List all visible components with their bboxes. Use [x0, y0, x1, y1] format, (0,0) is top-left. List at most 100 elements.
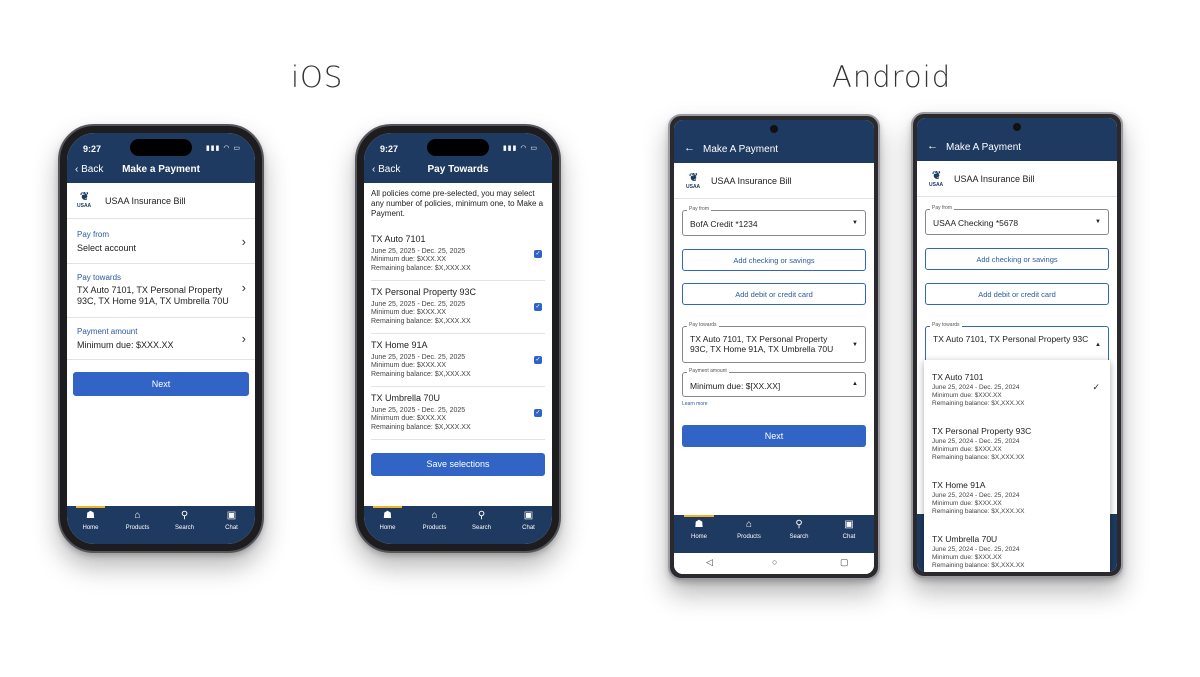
policy-item[interactable]: TX Home 91A June 25, 2025 - Dec. 25, 202… — [371, 340, 545, 387]
android-header: ← Make A Payment — [674, 120, 874, 163]
home-circle-icon[interactable]: ○ — [772, 557, 777, 567]
page-title: Pay Towards — [427, 164, 489, 175]
chevron-right-icon: › — [241, 280, 246, 295]
tab-bar: ☗ Home ⌂ Products ⚲ Search ▣ Chat — [67, 506, 255, 544]
products-icon: ⌂ — [134, 510, 141, 521]
ios-phone-pay-towards: 9:27 ▮▮▮ ◠ ▭ ‹ Back Pay Towards All poli… — [355, 124, 561, 553]
pay-from-select[interactable]: Pay from USAA Checking *5678 ▼ — [925, 205, 1109, 235]
dynamic-island — [130, 139, 192, 156]
bill-header: ❦ USAA USAA Insurance Bill — [674, 163, 874, 199]
home-icon: ☗ — [383, 510, 392, 521]
tab-bar: ☗ Home ⌂ Products ⚲ Search ▣ Chat — [364, 506, 552, 544]
dropdown-arrow-icon: ▲ — [852, 381, 858, 387]
add-checking-button[interactable]: Add checking or savings — [682, 249, 866, 271]
payment-amount-value: Minimum due: $XXX.XX — [77, 340, 174, 350]
add-checking-button[interactable]: Add checking or savings — [925, 248, 1109, 270]
policy-item[interactable]: TX Umbrella 70U June 25, 2025 - Dec. 25,… — [371, 393, 545, 440]
ios-header: 9:27 ▮▮▮ ◠ ▭ ‹ Back Make a Payment — [67, 133, 255, 183]
pay-towards-label: Pay towards — [77, 273, 122, 282]
page-title: Make A Payment — [946, 142, 1022, 153]
pay-from-select[interactable]: Pay from BofA Credit *1234 ▼ — [682, 206, 866, 236]
ios-phone-make-payment: 9:27 ▮▮▮ ◠ ▭ ‹ Back Make a Payment ❦ USAA… — [58, 124, 264, 553]
pay-from-row[interactable]: Pay from Select account › — [67, 221, 255, 264]
tab-products[interactable]: ⌂ Products — [114, 506, 161, 544]
instructions-text: All policies come pre-selected, you may … — [371, 189, 544, 218]
android-screen-make-payment: ← Make A Payment ❦ USAA USAA Insurance Bi… — [674, 120, 874, 574]
next-button[interactable]: Next — [682, 425, 866, 447]
camera-punch-hole — [1013, 123, 1021, 131]
bill-header: ❦ USAA USAA Insurance Bill — [917, 161, 1117, 197]
status-time: 9:27 — [83, 144, 102, 154]
pay-towards-row[interactable]: Pay towards TX Auto 7101, TX Personal Pr… — [67, 264, 255, 318]
pay-towards-value: TX Auto 7101, TX Personal Property 93C, … — [77, 285, 229, 306]
search-icon: ⚲ — [795, 519, 803, 530]
tab-products[interactable]: ⌂ Products — [411, 506, 458, 544]
tab-search[interactable]: ⚲ Search — [161, 506, 208, 544]
tab-home[interactable]: ☗ Home — [674, 515, 724, 553]
checkbox-checked-icon[interactable]: ✓ — [534, 250, 542, 258]
usaa-logo-icon: ❦ USAA — [686, 172, 701, 191]
usaa-logo-icon: ❦ USAA — [77, 191, 92, 210]
learn-more-link[interactable]: Learn more — [682, 401, 708, 407]
bill-title: USAA Insurance Bill — [105, 196, 186, 206]
pay-towards-select[interactable]: Pay towards TX Auto 7101, TX Personal Pr… — [682, 322, 866, 363]
tab-products[interactable]: ⌂ Products — [724, 515, 774, 553]
dropdown-arrow-icon: ▼ — [852, 342, 858, 348]
recents-square-icon[interactable]: ▢ — [840, 557, 849, 568]
payment-amount-row[interactable]: Payment amount Minimum due: $XXX.XX › — [67, 318, 255, 360]
checkbox-checked-icon[interactable]: ✓ — [534, 409, 542, 417]
tab-bar: ☗ Home ⌂ Products ⚲ Search ▣ Chat — [674, 515, 874, 553]
status-icons: ▮▮▮ ◠ ▭ — [205, 145, 241, 152]
status-icons: ▮▮▮ ◠ ▭ — [502, 145, 538, 152]
menu-item[interactable]: TX Personal Property 93C June 25, 2024 -… — [932, 426, 1104, 476]
tab-chat[interactable]: ▣ Chat — [208, 506, 255, 544]
tab-search[interactable]: ⚲ Search — [774, 515, 824, 553]
android-screen-dropdown: ← Make A Payment ❦ USAA USAA Insurance Bi… — [917, 118, 1117, 572]
search-icon: ⚲ — [180, 510, 189, 521]
checkbox-checked-icon[interactable]: ✓ — [534, 303, 542, 311]
add-card-button[interactable]: Add debit or credit card — [925, 283, 1109, 305]
next-button[interactable]: Next — [73, 372, 249, 396]
tab-chat[interactable]: ▣ Chat — [505, 506, 552, 544]
menu-item[interactable]: TX Auto 7101 June 25, 2024 - Dec. 25, 20… — [932, 372, 1104, 422]
menu-item[interactable]: TX Umbrella 70U June 25, 2024 - Dec. 25,… — [932, 534, 1104, 572]
policy-item[interactable]: TX Personal Property 93C June 25, 2025 -… — [371, 287, 545, 334]
back-arrow-icon[interactable]: ← — [684, 142, 695, 154]
back-triangle-icon[interactable]: ◁ — [706, 557, 713, 568]
heading-ios: iOS — [291, 60, 344, 94]
products-icon: ⌂ — [745, 519, 753, 530]
chat-icon: ▣ — [523, 510, 534, 521]
chat-icon: ▣ — [844, 519, 854, 530]
bill-title: USAA Insurance Bill — [711, 176, 792, 186]
chat-icon: ▣ — [226, 510, 237, 521]
search-icon: ⚲ — [477, 510, 486, 521]
save-selections-button[interactable]: Save selections — [371, 453, 545, 476]
policy-item[interactable]: TX Auto 7101 June 25, 2025 - Dec. 25, 20… — [371, 234, 545, 281]
page-title: Make A Payment — [703, 144, 779, 155]
payment-amount-field[interactable]: Payment amount Minimum due: $[XX.XX] ▲ — [682, 368, 866, 397]
pay-towards-menu: TX Auto 7101 June 25, 2024 - Dec. 25, 20… — [924, 360, 1110, 572]
android-header: ← Make A Payment — [917, 118, 1117, 161]
ios-screen-make-payment: 9:27 ▮▮▮ ◠ ▭ ‹ Back Make a Payment ❦ USAA… — [67, 133, 255, 544]
camera-punch-hole — [770, 125, 778, 133]
checkbox-checked-icon[interactable]: ✓ — [534, 356, 542, 364]
menu-item[interactable]: TX Home 91A June 25, 2024 - Dec. 25, 202… — [932, 480, 1104, 530]
pay-from-value: Select account — [77, 243, 137, 253]
add-card-button[interactable]: Add debit or credit card — [682, 283, 866, 305]
tab-search[interactable]: ⚲ Search — [458, 506, 505, 544]
dynamic-island — [427, 139, 489, 156]
tab-chat[interactable]: ▣ Chat — [824, 515, 874, 553]
bill-header: ❦ USAA USAA Insurance Bill — [67, 183, 255, 219]
chevron-right-icon: › — [241, 234, 246, 249]
status-time: 9:27 — [380, 144, 399, 154]
tab-home[interactable]: ☗ Home — [364, 506, 411, 544]
back-arrow-icon[interactable]: ← — [927, 140, 938, 152]
ios-screen-pay-towards: 9:27 ▮▮▮ ◠ ▭ ‹ Back Pay Towards All poli… — [364, 133, 552, 544]
pay-towards-select[interactable]: Pay towards TX Auto 7101, TX Personal Pr… — [925, 322, 1109, 363]
pay-from-label: Pay from — [77, 230, 110, 239]
heading-android: Android — [832, 60, 952, 94]
payment-amount-label: Payment amount — [77, 327, 138, 336]
tab-home[interactable]: ☗ Home — [67, 506, 114, 544]
checkmark-icon: ✓ — [1092, 382, 1100, 392]
ios-header: 9:27 ▮▮▮ ◠ ▭ ‹ Back Pay Towards — [364, 133, 552, 183]
